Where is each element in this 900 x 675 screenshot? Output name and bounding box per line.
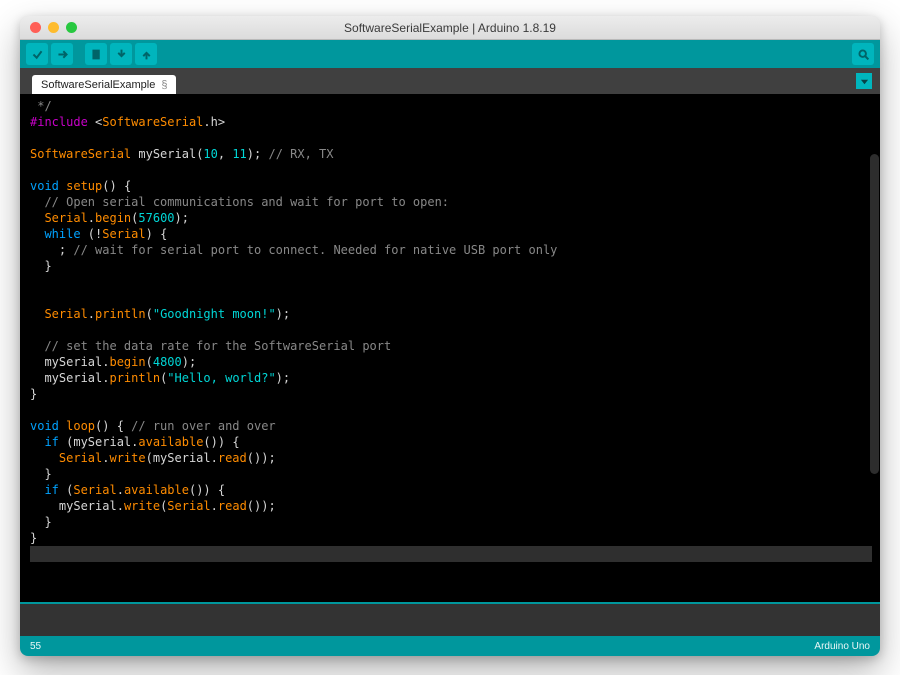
tab-sketch[interactable]: SoftwareSerialExample §: [32, 75, 176, 94]
scrollbar[interactable]: [870, 154, 879, 474]
console-area[interactable]: [20, 602, 880, 636]
tab-label: SoftwareSerialExample: [41, 79, 155, 91]
open-button[interactable]: [110, 43, 132, 65]
serial-monitor-button[interactable]: [852, 43, 874, 65]
zoom-icon[interactable]: [66, 22, 77, 33]
tab-marker: §: [161, 79, 167, 91]
save-button[interactable]: [135, 43, 157, 65]
status-board: Arduino Uno: [814, 641, 870, 652]
status-bar: 55 Arduino Uno: [20, 636, 880, 656]
app-window: SoftwareSerialExample | Arduino 1.8.19 S…: [20, 16, 880, 656]
minimize-icon[interactable]: [48, 22, 59, 33]
close-icon[interactable]: [30, 22, 41, 33]
status-line-number: 55: [30, 641, 41, 652]
code-content: */ #include <SoftwareSerial.h> SoftwareS…: [30, 98, 872, 562]
tab-bar: SoftwareSerialExample §: [20, 68, 880, 94]
window-title: SoftwareSerialExample | Arduino 1.8.19: [20, 21, 880, 35]
code-editor[interactable]: */ #include <SoftwareSerial.h> SoftwareS…: [20, 94, 880, 602]
titlebar[interactable]: SoftwareSerialExample | Arduino 1.8.19: [20, 16, 880, 40]
tab-menu-button[interactable]: [856, 73, 872, 89]
new-button[interactable]: [85, 43, 107, 65]
window-controls: [30, 22, 77, 33]
upload-button[interactable]: [51, 43, 73, 65]
toolbar: [20, 40, 880, 68]
verify-button[interactable]: [26, 43, 48, 65]
